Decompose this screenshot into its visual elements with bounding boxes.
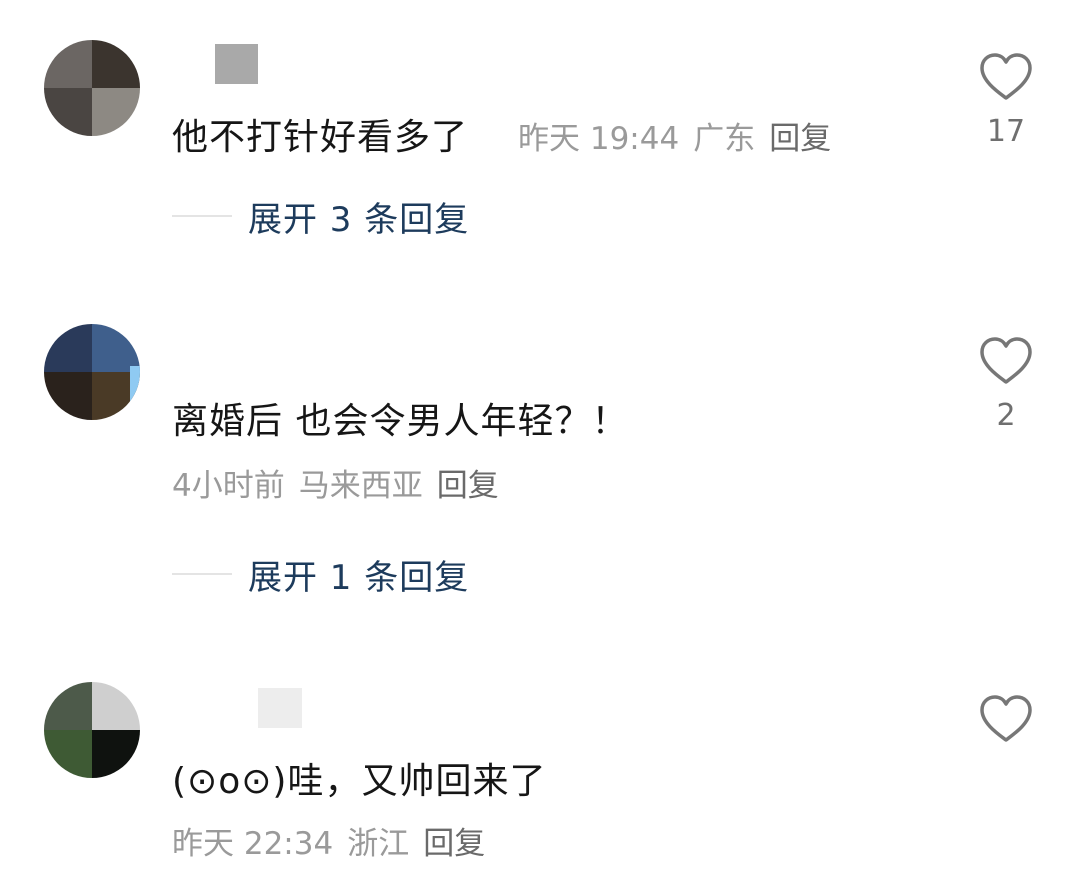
avatar[interactable]: [44, 324, 140, 420]
like-count: 2: [996, 398, 1016, 433]
comment-text: 他不打针好看多了: [172, 117, 469, 158]
divider: [172, 573, 232, 575]
comment-list: 他不打针好看多了 昨天 19:44 广东 回复 展开 3 条回复 17 离婚后 也会…: [0, 0, 1080, 887]
comment-meta: 4小时前 马来西亚 回复: [172, 460, 499, 505]
username[interactable]: [215, 44, 258, 84]
avatar[interactable]: [44, 682, 140, 778]
username[interactable]: [258, 688, 302, 728]
comment-item: 离婚后 也会令男人年轻？！ 4小时前 马来西亚 回复 展开 1 条回复 2: [0, 300, 1080, 620]
like-button[interactable]: [976, 694, 1036, 744]
expand-replies-label: 展开 3 条回复: [248, 200, 470, 240]
expand-replies-label: 展开 1 条回复: [248, 558, 470, 598]
comment-location: 广东: [693, 121, 756, 157]
comment-location: 马来西亚: [298, 468, 423, 504]
comment-item: 他不打针好看多了 昨天 19:44 广东 回复 展开 3 条回复 17: [0, 0, 1080, 280]
comment-location: 浙江: [347, 826, 410, 862]
like-count: 17: [986, 114, 1026, 149]
reply-button[interactable]: 回复: [437, 468, 499, 504]
comment-time: 4小时前: [172, 468, 285, 504]
heart-outline-icon: [980, 695, 1032, 742]
avatar[interactable]: [44, 40, 140, 136]
divider: [172, 215, 232, 217]
comment-meta: 昨天 22:34 浙江 回复: [172, 818, 485, 863]
heart-outline-icon: [980, 53, 1032, 100]
comment-text: 离婚后 也会令男人年轻？！: [172, 401, 629, 442]
like-button[interactable]: 17: [976, 52, 1036, 149]
comment-item: (⊙o⊙)哇，又帅回来了 昨天 22:34 浙江 回复: [0, 660, 1080, 887]
comment-time: 昨天 22:34: [172, 826, 334, 862]
like-button[interactable]: 2: [976, 336, 1036, 433]
comment-time: 昨天 19:44: [518, 121, 680, 157]
comment-meta: 昨天 19:44 广东 回复: [518, 113, 831, 158]
reply-button[interactable]: 回复: [423, 826, 485, 862]
reply-button[interactable]: 回复: [769, 121, 831, 157]
comment-text: (⊙o⊙)哇，又帅回来了: [172, 761, 547, 802]
heart-outline-icon: [980, 337, 1032, 384]
